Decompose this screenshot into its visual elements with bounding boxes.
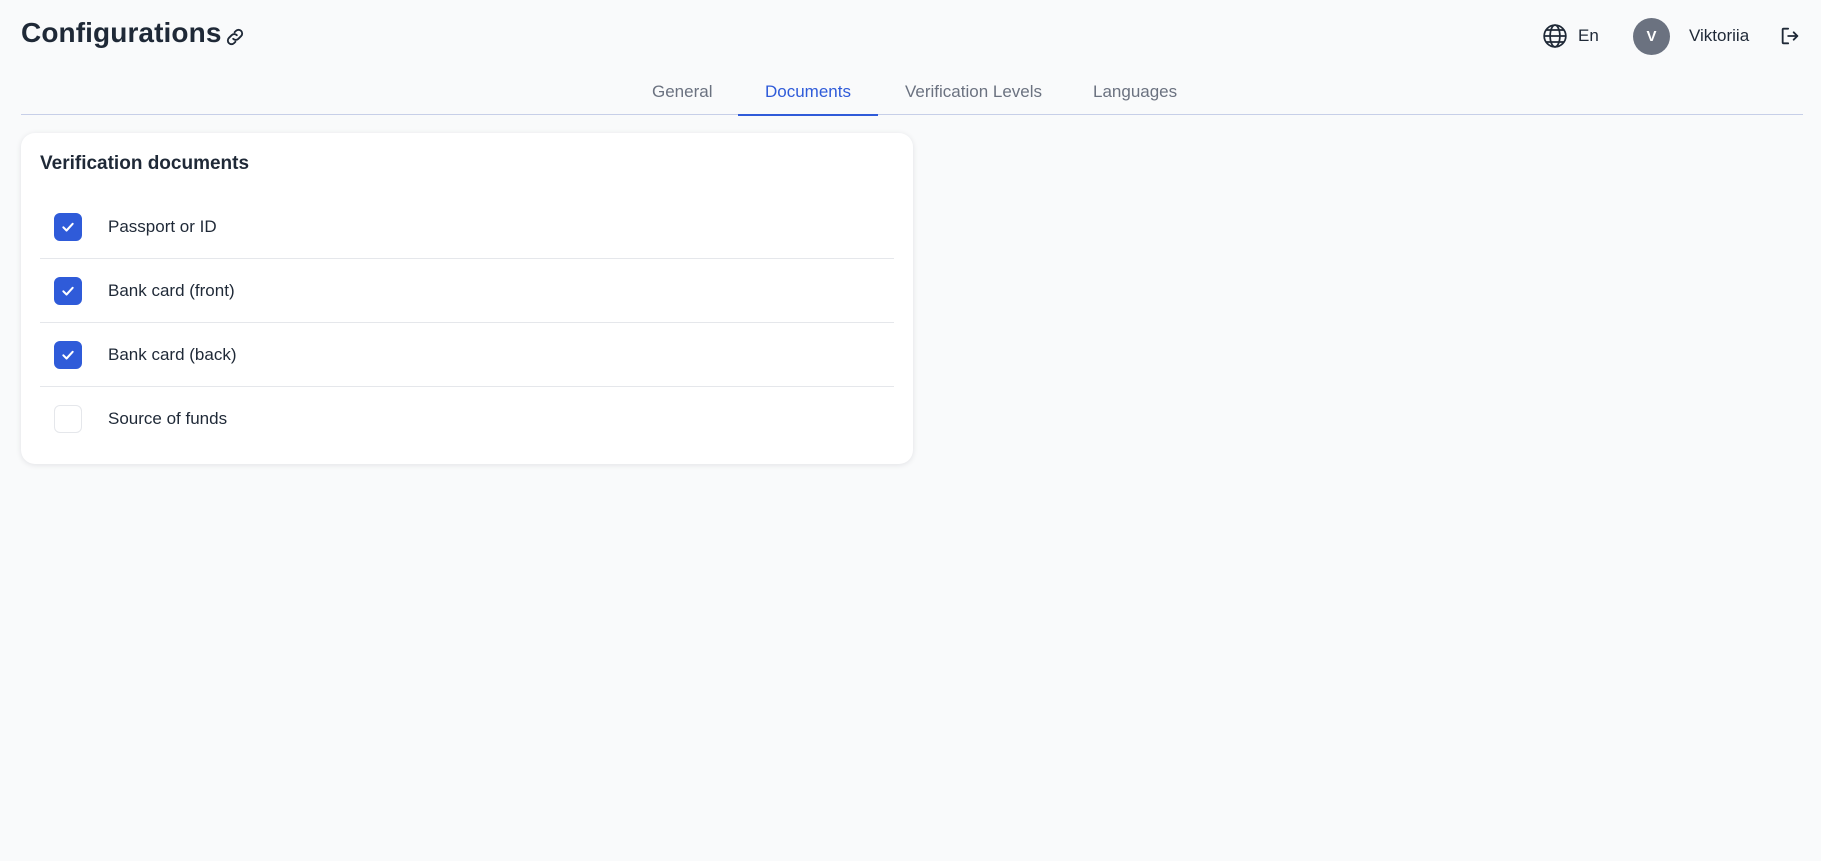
document-list: Passport or ID Bank card (front) Bank ca…: [40, 195, 894, 451]
document-item-bank-card-back[interactable]: Bank card (back): [40, 323, 894, 387]
avatar: V: [1633, 17, 1670, 55]
globe-icon: [1543, 24, 1567, 48]
language-label: En: [1578, 26, 1599, 45]
bank-card-front-checkbox[interactable]: [54, 276, 82, 305]
document-label: Passport or ID: [108, 216, 217, 236]
tab-verification-levels[interactable]: Verification Levels: [878, 72, 1069, 115]
tab-bar: General Documents Verification Levels La…: [21, 72, 1803, 116]
tab-languages[interactable]: Languages: [1066, 72, 1204, 115]
user-menu[interactable]: V Viktoriia: [1633, 17, 1749, 55]
language-switcher[interactable]: En: [1542, 22, 1599, 50]
document-item-passport[interactable]: Passport or ID: [40, 195, 894, 259]
check-icon: [62, 286, 74, 296]
tab-documents[interactable]: Documents: [738, 72, 878, 116]
verification-documents-card: Verification documents Passport or ID Ba…: [21, 133, 913, 464]
document-item-source-of-funds[interactable]: Source of funds: [40, 387, 894, 451]
card-title: Verification documents: [40, 153, 250, 174]
check-icon: [62, 222, 74, 232]
tab-general[interactable]: General: [625, 72, 739, 115]
document-label: Bank card (front): [108, 280, 235, 300]
page-title: Configurations: [21, 17, 222, 48]
header: Configurations En V Viktoriia: [0, 0, 1821, 72]
source-of-funds-checkbox[interactable]: [54, 405, 82, 433]
user-name: Viktoriia: [1689, 26, 1750, 45]
document-label: Bank card (back): [108, 344, 237, 364]
configurations-page: Configurations En V Viktoriia General Do…: [0, 0, 1821, 861]
document-label: Source of funds: [108, 409, 228, 428]
document-item-bank-card-front[interactable]: Bank card (front): [40, 259, 894, 323]
bank-card-back-checkbox[interactable]: [54, 340, 82, 369]
check-icon: [62, 350, 74, 360]
logout-icon: [1781, 27, 1799, 45]
copy-link-button[interactable]: [222, 24, 248, 50]
passport-checkbox[interactable]: [54, 212, 82, 241]
logout-button[interactable]: [1777, 23, 1803, 49]
link-icon: [226, 28, 244, 46]
